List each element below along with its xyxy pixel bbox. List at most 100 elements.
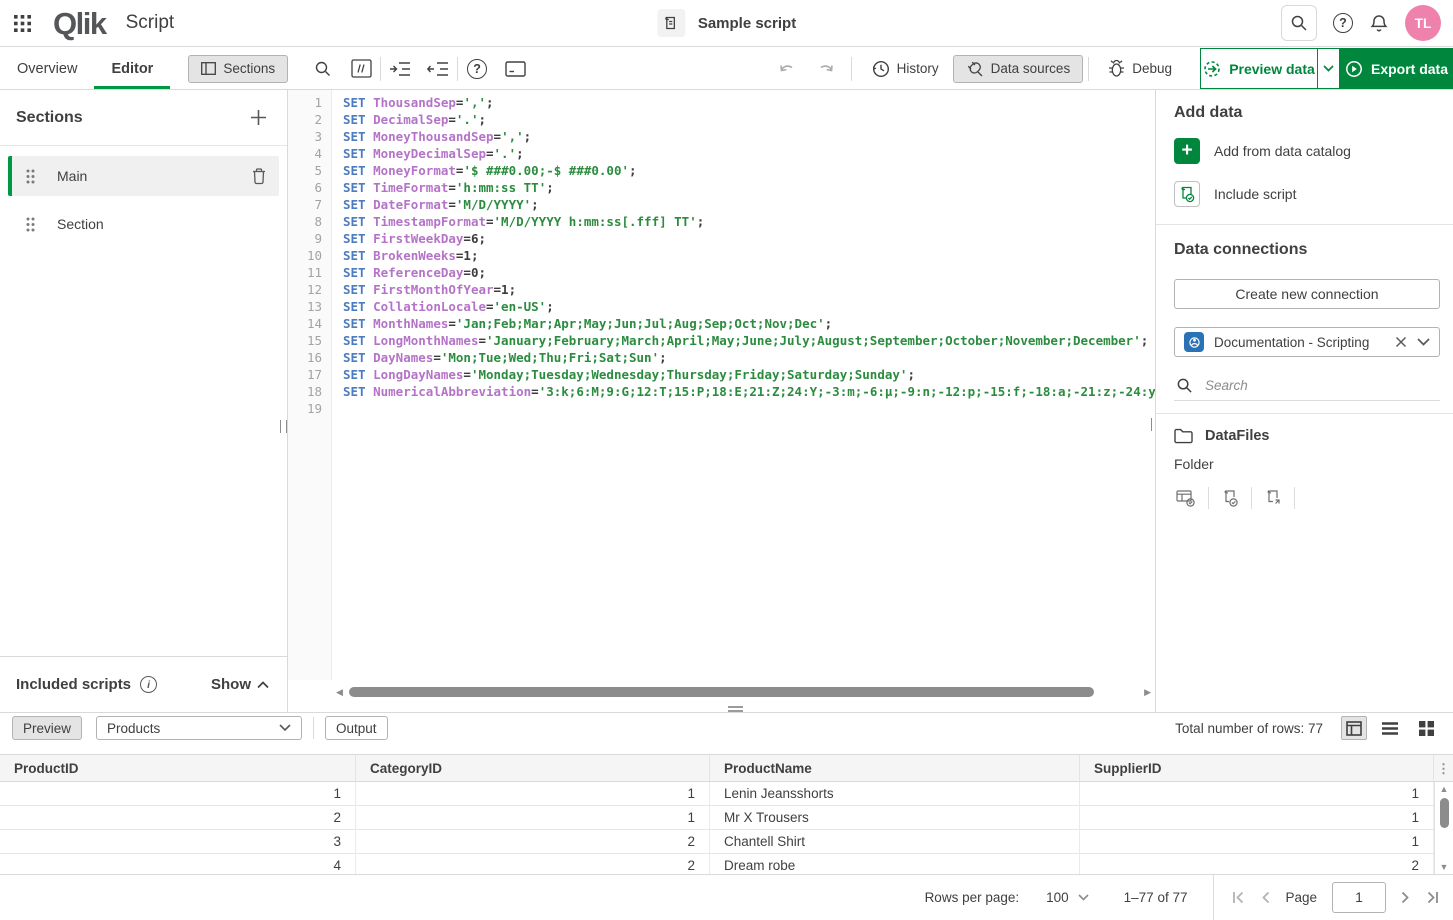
page-number-input[interactable]	[1332, 882, 1386, 913]
code-line[interactable]: SET BrokenWeeks=1;	[343, 247, 1155, 264]
code-lines[interactable]: SET ThousandSep=',';SET DecimalSep='.';S…	[333, 90, 1155, 680]
sidebar-section-item[interactable]: Main	[8, 156, 279, 196]
next-page-icon[interactable]	[1401, 891, 1410, 904]
table-row[interactable]: 11Lenin Jeansshorts1	[0, 782, 1453, 806]
sidebar-section-item[interactable]: Section	[8, 204, 279, 244]
datafiles-connection[interactable]: DataFiles	[1174, 426, 1440, 454]
connection-select[interactable]: Documentation - Scripting	[1174, 327, 1440, 357]
grid-view-icon[interactable]	[1413, 716, 1439, 740]
help-icon[interactable]: ?	[1333, 13, 1353, 33]
insert-connection-string-icon[interactable]	[1252, 489, 1294, 508]
debug-button[interactable]: Debug	[1094, 48, 1186, 89]
table-vertical-scrollbar[interactable]: ▲ ▼	[1434, 782, 1453, 878]
last-page-icon[interactable]	[1425, 891, 1439, 904]
data-sources-button[interactable]: Data sources	[953, 55, 1084, 83]
select-data-icon[interactable]	[1174, 489, 1208, 508]
table-view-icon[interactable]	[1341, 716, 1367, 740]
rows-per-page-select[interactable]: 100	[1042, 890, 1093, 905]
code-line[interactable]: SET MoneyFormat='$ ###0.00;-$ ###0.00';	[343, 162, 1155, 179]
global-search-button[interactable]	[1281, 5, 1317, 41]
indent-icon[interactable]	[381, 48, 419, 89]
export-data-button[interactable]: Export data	[1340, 48, 1453, 89]
add-from-data-catalog[interactable]: + Add from data catalog	[1174, 138, 1440, 164]
column-header[interactable]: CategoryID	[356, 754, 710, 782]
include-script[interactable]: Include script	[1174, 181, 1440, 207]
code-line[interactable]	[343, 400, 1155, 417]
output-tab-button[interactable]: Output	[325, 716, 388, 740]
column-header[interactable]: ProductName	[710, 754, 1080, 782]
code-line[interactable]: SET DateFormat='M/D/YYYY';	[343, 196, 1155, 213]
column-menu-icon[interactable]: ⋮	[1437, 755, 1450, 782]
code-line[interactable]: SET DayNames='Mon;Tue;Wed;Thu;Fri;Sat;Su…	[343, 349, 1155, 366]
code-line[interactable]: SET FirstMonthOfYear=1;	[343, 281, 1155, 298]
output-console-icon[interactable]	[496, 48, 534, 89]
editor-toolbar: Overview Editor Sections ?	[0, 48, 1453, 90]
table-row[interactable]: 21Mr X Trousers1	[0, 806, 1453, 830]
qlik-logo[interactable]: Qlik	[53, 8, 106, 39]
tab-editor[interactable]: Editor	[94, 48, 170, 89]
add-section-icon[interactable]	[250, 109, 267, 126]
code-line[interactable]: SET ReferenceDay=0;	[343, 264, 1155, 281]
tab-overview[interactable]: Overview	[0, 48, 94, 89]
sections-toggle-button[interactable]: Sections	[188, 55, 288, 83]
code-line[interactable]: SET FirstWeekDay=6;	[343, 230, 1155, 247]
script-editor[interactable]: 12345678910111213141516171819 SET Thousa…	[288, 90, 1155, 712]
history-button[interactable]: History	[858, 48, 953, 89]
user-avatar[interactable]: TL	[1405, 5, 1441, 41]
table-cell: Chantell Shirt	[710, 830, 1080, 854]
comment-icon[interactable]	[342, 48, 380, 89]
code-line[interactable]: SET MonthNames='Jan;Feb;Mar;Apr;May;Jun;…	[343, 315, 1155, 332]
search-input[interactable]	[1203, 377, 1438, 394]
code-line[interactable]: SET LongDayNames='Monday;Tuesday;Wednesd…	[343, 366, 1155, 383]
code-line[interactable]: SET CollationLocale='en-US';	[343, 298, 1155, 315]
column-menu-cell[interactable]: ⋮	[1434, 754, 1453, 782]
show-toggle[interactable]: Show	[211, 676, 269, 693]
code-line[interactable]: SET ThousandSep=',';	[343, 94, 1155, 111]
scroll-right-icon[interactable]: ▶	[1144, 688, 1151, 697]
code-line[interactable]: SET DecimalSep='.';	[343, 111, 1155, 128]
table-row[interactable]: 32Chantell Shirt1	[0, 830, 1453, 854]
sidebar-resize-handle[interactable]	[280, 420, 287, 433]
syntax-help-icon[interactable]: ?	[458, 48, 496, 89]
outdent-icon[interactable]	[419, 48, 457, 89]
table-select[interactable]: Products	[96, 716, 302, 740]
scroll-down-icon[interactable]: ▼	[1440, 863, 1449, 872]
scroll-left-icon[interactable]: ◀	[336, 688, 343, 697]
first-page-icon[interactable]	[1232, 891, 1246, 904]
find-replace-icon[interactable]	[304, 48, 342, 89]
connection-chevron-down-icon[interactable]	[1417, 338, 1430, 346]
column-header[interactable]: SupplierID	[1080, 754, 1434, 782]
edit-connection-icon[interactable]	[1209, 489, 1251, 508]
scrollbar-thumb[interactable]	[349, 687, 1095, 697]
app-launcher-icon[interactable]	[14, 15, 31, 32]
list-view-icon[interactable]	[1377, 716, 1403, 740]
code-line[interactable]: SET LongMonthNames='January;February;Mar…	[343, 332, 1155, 349]
info-icon[interactable]: i	[140, 676, 157, 693]
trash-icon[interactable]	[251, 167, 267, 185]
preview-data-button[interactable]: Preview data	[1200, 48, 1318, 89]
notifications-bell-icon[interactable]	[1369, 13, 1389, 34]
scrollbar-thumb[interactable]	[1440, 798, 1449, 828]
app-breadcrumb[interactable]: Sample script	[657, 9, 796, 37]
preview-options-caret[interactable]	[1318, 48, 1340, 89]
redo-icon[interactable]	[807, 48, 845, 89]
code-line[interactable]: SET MoneyThousandSep=',';	[343, 128, 1155, 145]
code-line[interactable]: SET TimeFormat='h:mm:ss TT';	[343, 179, 1155, 196]
bug-icon	[1108, 59, 1125, 78]
drag-handle-icon[interactable]	[26, 217, 35, 232]
table-cell: 2	[356, 830, 710, 854]
preview-tab-button[interactable]: Preview	[12, 716, 82, 740]
file-search[interactable]	[1174, 371, 1440, 401]
editor-horizontal-scrollbar[interactable]: ◀ ▶	[336, 685, 1151, 699]
undo-icon[interactable]	[769, 48, 807, 89]
scroll-up-icon[interactable]: ▲	[1440, 785, 1449, 794]
column-header[interactable]: ProductID	[0, 754, 356, 782]
create-new-connection-button[interactable]: Create new connection	[1174, 279, 1440, 309]
code-line[interactable]: SET MoneyDecimalSep='.';	[343, 145, 1155, 162]
code-line[interactable]: SET NumericalAbbreviation='3:k;6:M;9:G;1…	[343, 383, 1155, 400]
previous-page-icon[interactable]	[1261, 891, 1270, 904]
clear-connection-icon[interactable]	[1395, 336, 1407, 348]
drag-handle-icon[interactable]	[26, 169, 35, 184]
code-line[interactable]: SET TimestampFormat='M/D/YYYY h:mm:ss[.f…	[343, 213, 1155, 230]
folder-icon	[1174, 428, 1193, 444]
